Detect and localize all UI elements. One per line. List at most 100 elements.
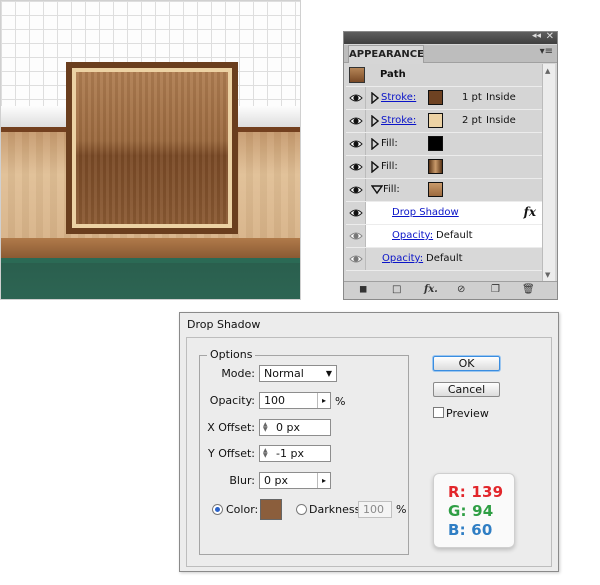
stroke-row[interactable]: Stroke: 2 pt Inside [346, 110, 542, 133]
fill-opacity-value: Default [436, 230, 473, 241]
object-opacity-value: Default [426, 253, 463, 264]
stroke-label[interactable]: Stroke: [381, 92, 416, 103]
fill-row[interactable]: Fill: [346, 156, 542, 179]
object-opacity-link[interactable]: Opacity: [382, 253, 423, 264]
spinner-icon[interactable]: ▲ ▼ [263, 422, 269, 433]
spinner-icon[interactable]: ▲ ▼ [263, 448, 269, 459]
panel-menu-icon[interactable]: ▾≡ [540, 46, 553, 57]
tab-appearance[interactable]: APPEARANCE [348, 45, 424, 63]
stroke-label[interactable]: Stroke: [381, 115, 416, 126]
crate-wood-fill [76, 72, 228, 224]
opacity-unit: % [335, 395, 346, 408]
mode-label: Mode: [221, 367, 255, 380]
expand-triangle-icon[interactable] [371, 91, 380, 105]
fill-square-icon[interactable]: □ [392, 284, 401, 296]
effect-row[interactable]: Drop Shadow fx [346, 202, 542, 225]
fill-row[interactable]: Fill: [346, 179, 542, 202]
mode-dropdown[interactable]: Normal ▼ [259, 365, 337, 382]
stroke-square-icon[interactable]: ◼ [359, 284, 367, 296]
preview-checkbox[interactable] [433, 407, 444, 418]
panel-titlebar[interactable]: ◂◂ ✕ [344, 31, 557, 44]
slider-popup-icon[interactable]: ▸ [317, 393, 330, 408]
appearance-panel: ◂◂ ✕ APPEARANCE ▾≡ Path Stroke: 1 pt Ins… [343, 31, 558, 300]
darkness-unit: % [396, 503, 407, 516]
stroke-row[interactable]: Stroke: 1 pt Inside [346, 87, 542, 110]
rgb-blue-value: B: 60 [448, 521, 493, 539]
shadow-color-swatch[interactable] [260, 499, 282, 520]
eye-icon[interactable] [349, 114, 363, 128]
x-offset-value: 0 px [276, 421, 300, 434]
eye-icon[interactable] [349, 160, 363, 174]
x-offset-field[interactable]: ▲ ▼ 0 px [259, 419, 331, 436]
eye-icon[interactable] [349, 137, 363, 151]
collapse-triangle-icon[interactable] [370, 184, 384, 196]
dialog-title: Drop Shadow [187, 318, 261, 331]
blur-field[interactable]: 0 px ▸ [259, 472, 331, 489]
expand-triangle-icon[interactable] [371, 160, 380, 174]
stroke-color-swatch[interactable] [428, 90, 443, 105]
rgb-callout: R: 139 G: 94 B: 60 [433, 473, 515, 548]
path-row[interactable]: Path [346, 64, 542, 87]
drop-shadow-link[interactable]: Drop Shadow [392, 207, 459, 218]
expand-triangle-icon[interactable] [371, 114, 380, 128]
scroll-up-icon[interactable]: ▲ [545, 67, 550, 75]
y-offset-label: Y Offset: [208, 447, 255, 460]
fill-color-swatch[interactable] [428, 136, 443, 151]
preview-label: Preview [446, 407, 489, 420]
opacity-field[interactable]: 100 ▸ [259, 392, 331, 409]
stroke-position: Inside [486, 92, 516, 103]
y-offset-field[interactable]: ▲ ▼ -1 px [259, 445, 331, 462]
eye-icon[interactable] [349, 206, 363, 220]
darkness-radio[interactable] [296, 504, 307, 515]
x-offset-label: X Offset: [207, 421, 255, 434]
rgb-red-value: R: 139 [448, 483, 504, 501]
y-offset-value: -1 px [276, 447, 304, 460]
stroke-position: Inside [486, 115, 516, 126]
trash-icon[interactable]: 🗑 [522, 284, 535, 296]
object-opacity-row[interactable]: Opacity: Default [346, 248, 542, 271]
appearance-list: Path Stroke: 1 pt Inside Stroke: 2 pt In… [346, 64, 542, 282]
fill-gradient-swatch[interactable] [428, 182, 443, 197]
path-thumbnail [349, 67, 365, 83]
scroll-down-icon[interactable]: ▼ [545, 271, 550, 279]
stroke-color-swatch[interactable] [428, 113, 443, 128]
options-legend: Options [207, 348, 256, 361]
chevron-down-icon: ▼ [325, 369, 332, 378]
fill-gradient-swatch[interactable] [428, 159, 443, 174]
crate-frame [72, 68, 232, 228]
color-radio[interactable] [212, 504, 223, 515]
rgb-green-value: G: 94 [448, 502, 494, 520]
duplicate-icon[interactable]: ❐ [491, 284, 500, 296]
stroke-weight: 2 pt [462, 115, 482, 126]
expand-triangle-icon[interactable] [371, 137, 380, 151]
fill-opacity-link[interactable]: Opacity: [392, 230, 433, 241]
color-label: Color: [226, 503, 259, 516]
slider-popup-icon[interactable]: ▸ [317, 473, 330, 488]
fill-label: Fill: [381, 161, 398, 172]
opacity-label: Opacity: [209, 394, 255, 407]
wooden-crate[interactable] [66, 62, 238, 234]
eye-icon[interactable] [349, 183, 363, 197]
fill-opacity-row[interactable]: Opacity: Default [346, 225, 542, 248]
collapse-panel-icon[interactable]: ◂◂ [532, 31, 541, 41]
path-label: Path [380, 69, 406, 80]
fill-label: Fill: [383, 184, 400, 195]
panel-scrollbar[interactable]: ▲ ▼ [542, 64, 555, 282]
ok-button[interactable]: OK [433, 356, 500, 371]
fx-icon: fx [523, 205, 536, 219]
cancel-button[interactable]: Cancel [433, 382, 500, 397]
fill-row[interactable]: Fill: [346, 133, 542, 156]
darkness-value: 100 [363, 503, 384, 516]
eye-icon[interactable] [349, 91, 363, 105]
blur-label: Blur: [229, 474, 255, 487]
fx-menu-icon[interactable]: fx. [424, 284, 438, 296]
eye-icon[interactable] [349, 252, 363, 266]
close-panel-icon[interactable]: ✕ [546, 31, 554, 42]
mode-value: Normal [264, 367, 304, 380]
darkness-field: 100 [358, 501, 392, 518]
panel-footer: ◼ □ fx. ⊘ ❐ 🗑 [344, 281, 557, 299]
artwork-canvas [0, 0, 301, 300]
eye-icon[interactable] [349, 229, 363, 243]
clear-icon[interactable]: ⊘ [457, 284, 465, 296]
opacity-value: 100 [264, 394, 285, 407]
